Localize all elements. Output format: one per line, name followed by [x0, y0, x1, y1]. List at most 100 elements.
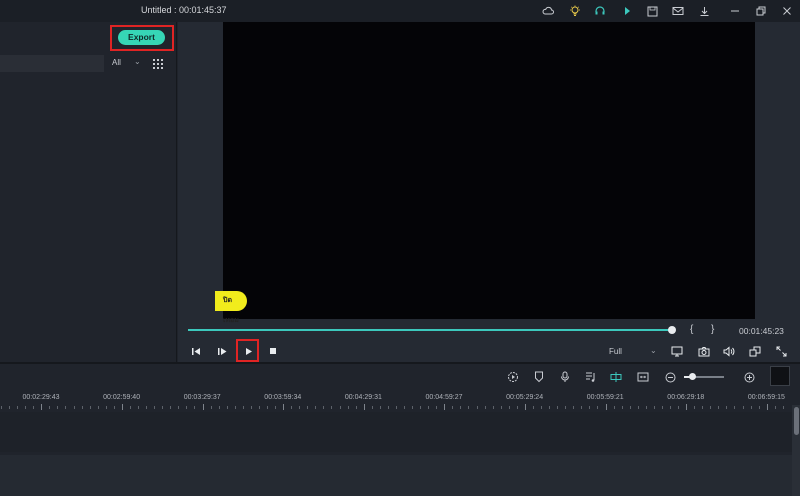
- restore-icon[interactable]: [753, 3, 769, 19]
- download-icon[interactable]: [696, 3, 712, 19]
- media-panel: [0, 22, 177, 362]
- ruler-tick: [613, 406, 615, 409]
- ruler-tick: [315, 406, 317, 409]
- arrow-icon[interactable]: [619, 3, 635, 19]
- marker-icon[interactable]: [532, 370, 546, 384]
- save-icon[interactable]: [644, 3, 660, 19]
- grid-view-icon[interactable]: [153, 59, 163, 69]
- ruler-tick: [49, 406, 51, 409]
- mail-icon[interactable]: [670, 3, 686, 19]
- timeline-settings-button[interactable]: [770, 366, 790, 386]
- ruler-tick: [146, 406, 148, 409]
- ruler-tick: [25, 406, 27, 409]
- ruler-tick: [1, 406, 2, 409]
- ruler-tick: [113, 406, 115, 409]
- ruler-label: 00:06:29:18: [667, 394, 705, 401]
- ruler-tick: [565, 406, 567, 409]
- ruler-tick: [395, 406, 397, 409]
- ruler-tick: [57, 406, 59, 409]
- playback-scrubber[interactable]: [188, 329, 672, 331]
- cloud-icon[interactable]: [540, 3, 556, 19]
- next-frame-icon[interactable]: [215, 344, 229, 358]
- ruler-tick: [734, 406, 736, 409]
- ruler-tick: [766, 404, 768, 410]
- ruler-tick: [138, 406, 140, 409]
- ruler-tick: [573, 406, 575, 409]
- timeline-scrollbar-thumb[interactable]: [794, 407, 799, 435]
- ruler-tick: [347, 406, 349, 409]
- crop-icon[interactable]: [748, 344, 762, 358]
- ruler-tick: [492, 406, 494, 409]
- display-icon[interactable]: [670, 344, 684, 358]
- ruler-tick: [621, 406, 623, 409]
- ruler-tick: [694, 406, 696, 409]
- snapshot-icon[interactable]: [697, 344, 711, 358]
- snap-icon[interactable]: [609, 370, 623, 384]
- volume-icon[interactable]: [722, 344, 736, 358]
- playhead-handle[interactable]: [668, 326, 676, 334]
- ruler-tick: [178, 406, 180, 409]
- ruler-label: 00:02:29:43: [22, 394, 60, 401]
- ruler-tick: [557, 406, 559, 409]
- ruler-tick: [331, 406, 333, 409]
- ruler-tick: [661, 406, 663, 409]
- mark-out-button[interactable]: }: [711, 324, 714, 335]
- quality-dropdown[interactable]: Full: [609, 347, 622, 356]
- ruler-tick: [549, 406, 551, 409]
- ruler-tick: [718, 406, 720, 409]
- close-icon[interactable]: [779, 3, 795, 19]
- filter-dropdown[interactable]: All: [112, 58, 121, 67]
- ruler-label: 00:03:29:37: [183, 394, 221, 401]
- ruler-tick: [420, 406, 422, 409]
- minimize-icon[interactable]: [727, 3, 743, 19]
- ruler-tick: [742, 406, 744, 409]
- auto-fit-icon[interactable]: [636, 370, 650, 384]
- ruler-label: 00:04:59:27: [425, 394, 463, 401]
- lightbulb-icon[interactable]: [567, 3, 583, 19]
- ruler-tick: [81, 406, 83, 409]
- zoom-slider-handle[interactable]: [689, 373, 696, 380]
- ruler-tick: [782, 406, 784, 409]
- ruler-tick: [194, 406, 196, 409]
- timeline-track[interactable]: [0, 455, 792, 496]
- search-input[interactable]: [0, 55, 104, 72]
- headset-icon[interactable]: [592, 3, 608, 19]
- zoom-in-icon[interactable]: [742, 370, 756, 384]
- ruler-tick: [629, 406, 631, 409]
- ruler-tick: [468, 406, 470, 409]
- fullscreen-icon[interactable]: [774, 344, 788, 358]
- zoom-out-icon[interactable]: [663, 370, 677, 384]
- chevron-down-icon[interactable]: ⌄: [134, 57, 141, 66]
- mark-in-button[interactable]: {: [690, 324, 693, 335]
- audio-mixer-icon[interactable]: [584, 370, 598, 384]
- ruler-tick: [242, 406, 244, 409]
- ruler-tick: [355, 406, 357, 409]
- export-button[interactable]: Export: [118, 30, 165, 45]
- ruler-tick: [669, 406, 671, 409]
- ruler-tick: [516, 406, 518, 409]
- ruler-tick: [33, 406, 35, 409]
- timeline-track[interactable]: [0, 412, 792, 452]
- ruler-tick: [387, 406, 389, 409]
- ruler-tick: [524, 404, 526, 410]
- ruler-tick: [65, 406, 67, 409]
- ruler-tick: [283, 404, 285, 410]
- ruler-tick: [105, 406, 107, 409]
- ruler-tick: [363, 404, 365, 410]
- render-preview-icon[interactable]: [506, 370, 520, 384]
- ruler-tick: [710, 406, 712, 409]
- title-bar: Untitled : 00:01:45:37: [0, 0, 800, 22]
- play-icon[interactable]: [241, 344, 255, 358]
- chevron-down-icon[interactable]: ⌄: [650, 346, 657, 355]
- stop-icon[interactable]: [266, 344, 280, 358]
- previous-frame-icon[interactable]: [189, 344, 203, 358]
- microphone-icon[interactable]: [558, 370, 572, 384]
- ruler-tick: [726, 406, 728, 409]
- ruler-tick: [605, 404, 607, 410]
- video-canvas[interactable]: [223, 22, 755, 319]
- ruler-tick: [774, 406, 776, 409]
- ruler-tick: [541, 406, 543, 409]
- ruler-tick: [758, 406, 760, 409]
- editor-window: Untitled : 00:01:45:37 Export All ⌄ ปิดเ…: [0, 0, 800, 496]
- ruler-tick: [678, 406, 680, 409]
